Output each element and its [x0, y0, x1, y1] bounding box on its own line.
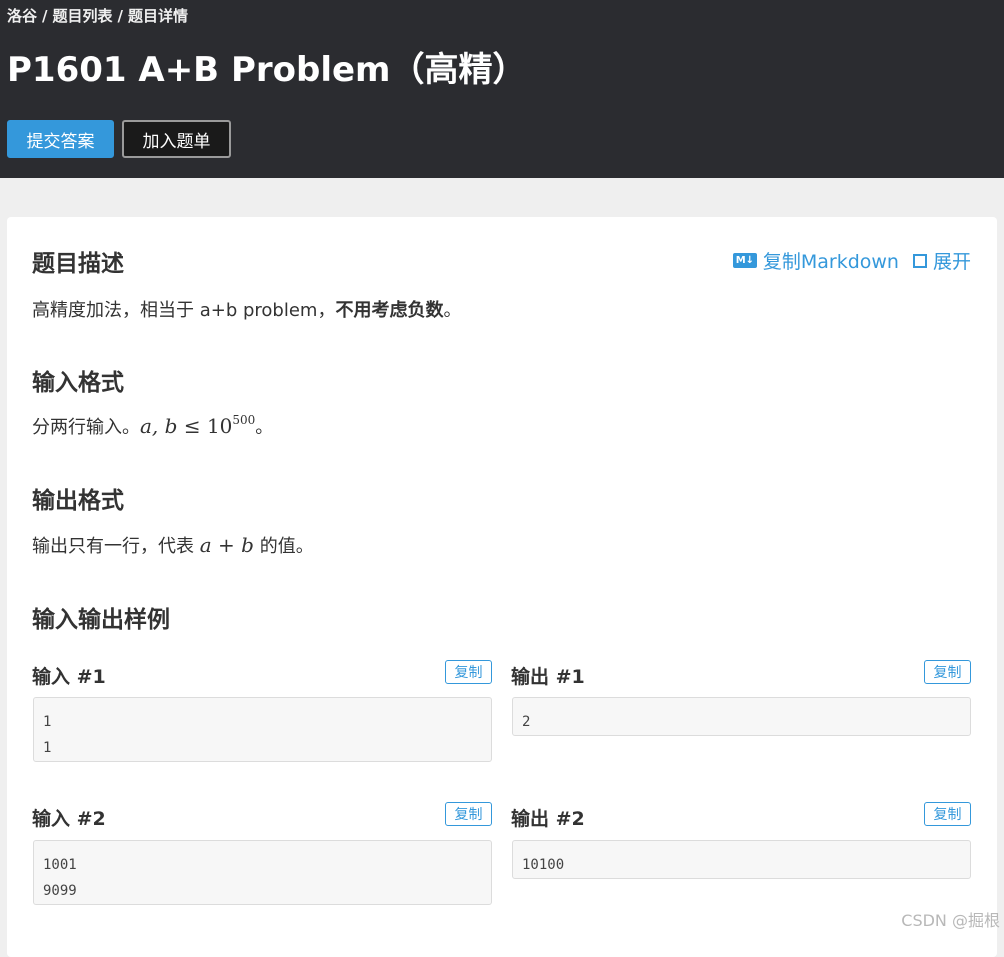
- description-heading: 题目描述: [32, 251, 124, 277]
- breadcrumb: 洛谷 / 题目列表 / 题目详情: [7, 5, 188, 26]
- input-format-heading: 输入格式: [32, 370, 124, 396]
- input-format-prefix: 分两行输入。: [32, 417, 140, 438]
- sample-input-1-label: 输入 #1: [32, 666, 106, 688]
- copy-markdown-link[interactable]: 复制Markdown: [763, 247, 899, 274]
- copy-output-2-button[interactable]: 复制: [924, 802, 971, 826]
- breadcrumb-luogu[interactable]: 洛谷: [7, 7, 37, 25]
- description-text-suffix: 。: [443, 300, 462, 321]
- math-b: b: [241, 533, 254, 557]
- watermark: CSDN @掘根: [901, 911, 1000, 930]
- copy-input-1-button[interactable]: 复制: [445, 660, 492, 684]
- breadcrumb-problem-list[interactable]: 题目列表: [53, 7, 113, 25]
- output-format-math: a + b: [200, 533, 254, 557]
- math-plus: +: [218, 533, 235, 557]
- samples-heading: 输入输出样例: [32, 607, 170, 633]
- sample-output-1-label: 输出 #1: [511, 666, 585, 688]
- description-text-prefix: 高精度加法，相当于 a+b problem，: [32, 300, 336, 321]
- problem-header: 洛谷 / 题目列表 / 题目详情 P1601 A+B Problem（高精） 提交答案 …: [0, 0, 1004, 178]
- input-format-text: 分两行输入。a, b ≤ 10500。: [32, 413, 273, 439]
- add-to-list-button[interactable]: 加入题单: [122, 120, 231, 158]
- expand-link[interactable]: 展开: [933, 247, 971, 274]
- copy-output-1-button[interactable]: 复制: [924, 660, 971, 684]
- output-format-prefix: 输出只有一行，代表: [32, 536, 200, 557]
- output-format-text: 输出只有一行，代表 a + b 的值。: [32, 532, 314, 558]
- description-text: 高精度加法，相当于 a+b problem，不用考虑负数。: [32, 296, 461, 322]
- sample-input-2-label: 输入 #2: [32, 808, 106, 830]
- sample-input-2: 1001 9099: [33, 840, 492, 905]
- sample-output-2: 10100: [512, 840, 971, 879]
- output-format-suffix: 的值。: [253, 536, 314, 557]
- math-base: 10: [206, 414, 233, 438]
- breadcrumb-separator: /: [42, 7, 48, 25]
- page-title: P1601 A+B Problem（高精）: [7, 50, 527, 90]
- description-text-bold: 不用考虑负数: [335, 300, 444, 321]
- sample-output-2-label: 输出 #2: [511, 808, 585, 830]
- problem-card: M↓ 复制Markdown 展开 题目描述 高精度加法，相当于 a+b prob…: [7, 217, 997, 957]
- copy-input-2-button[interactable]: 复制: [445, 802, 492, 826]
- input-format-math: a, b ≤ 10500: [140, 413, 256, 438]
- math-vars: a, b: [140, 414, 178, 438]
- problem-toolbar: M↓ 复制Markdown 展开: [732, 247, 971, 274]
- math-exponent: 500: [232, 413, 256, 427]
- math-a: a: [199, 533, 212, 557]
- breadcrumb-problem-detail: 题目详情: [128, 7, 189, 25]
- markdown-icon: M↓: [732, 253, 757, 268]
- submit-answer-button[interactable]: 提交答案: [7, 120, 114, 158]
- math-op: ≤: [183, 414, 201, 438]
- breadcrumb-separator: /: [117, 7, 123, 25]
- sample-input-1: 1 1: [33, 697, 492, 762]
- expand-icon[interactable]: [912, 253, 927, 268]
- output-format-heading: 输出格式: [32, 488, 124, 514]
- sample-output-1: 2: [512, 697, 971, 736]
- input-format-suffix: 。: [255, 417, 274, 438]
